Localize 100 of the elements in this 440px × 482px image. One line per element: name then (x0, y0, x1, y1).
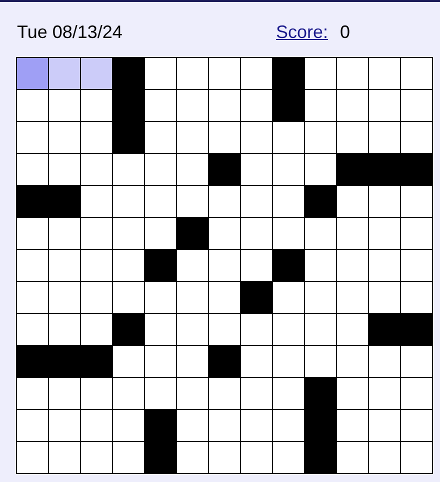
crossword-cell[interactable] (401, 122, 432, 153)
crossword-cell[interactable] (17, 154, 48, 185)
crossword-cell[interactable] (113, 154, 144, 185)
crossword-cell[interactable] (81, 154, 112, 185)
crossword-cell[interactable] (49, 90, 80, 121)
crossword-cell[interactable] (113, 250, 144, 281)
crossword-cell[interactable] (81, 122, 112, 153)
crossword-cell[interactable] (401, 218, 432, 249)
crossword-cell[interactable] (17, 90, 48, 121)
crossword-cell[interactable] (113, 346, 144, 377)
crossword-cell[interactable] (337, 346, 368, 377)
crossword-cell[interactable] (17, 58, 48, 89)
crossword-cell[interactable] (273, 218, 304, 249)
crossword-cell[interactable] (81, 58, 112, 89)
crossword-cell[interactable] (209, 378, 240, 409)
crossword-cell[interactable] (401, 346, 432, 377)
crossword-cell[interactable] (273, 346, 304, 377)
crossword-cell[interactable] (337, 58, 368, 89)
crossword-cell[interactable] (369, 378, 400, 409)
crossword-cell[interactable] (401, 250, 432, 281)
crossword-cell[interactable] (209, 282, 240, 313)
crossword-cell[interactable] (401, 58, 432, 89)
crossword-cell[interactable] (209, 250, 240, 281)
crossword-cell[interactable] (401, 378, 432, 409)
crossword-cell[interactable] (273, 282, 304, 313)
crossword-cell[interactable] (177, 250, 208, 281)
crossword-cell[interactable] (17, 218, 48, 249)
crossword-cell[interactable] (81, 442, 112, 473)
crossword-cell[interactable] (113, 218, 144, 249)
crossword-cell[interactable] (369, 346, 400, 377)
crossword-cell[interactable] (305, 282, 336, 313)
crossword-cell[interactable] (241, 186, 272, 217)
crossword-cell[interactable] (337, 442, 368, 473)
crossword-cell[interactable] (209, 442, 240, 473)
crossword-cell[interactable] (177, 282, 208, 313)
score-link[interactable]: Score: (276, 19, 328, 46)
crossword-cell[interactable] (81, 410, 112, 441)
crossword-cell[interactable] (49, 314, 80, 345)
crossword-cell[interactable] (209, 218, 240, 249)
crossword-cell[interactable] (369, 58, 400, 89)
crossword-cell[interactable] (177, 90, 208, 121)
crossword-cell[interactable] (305, 58, 336, 89)
crossword-cell[interactable] (113, 410, 144, 441)
crossword-cell[interactable] (273, 186, 304, 217)
crossword-cell[interactable] (241, 442, 272, 473)
crossword-cell[interactable] (145, 154, 176, 185)
crossword-cell[interactable] (177, 154, 208, 185)
crossword-cell[interactable] (81, 378, 112, 409)
crossword-cell[interactable] (273, 122, 304, 153)
crossword-cell[interactable] (177, 314, 208, 345)
crossword-cell[interactable] (305, 122, 336, 153)
crossword-cell[interactable] (401, 442, 432, 473)
crossword-cell[interactable] (305, 218, 336, 249)
crossword-cell[interactable] (241, 314, 272, 345)
crossword-cell[interactable] (81, 90, 112, 121)
crossword-cell[interactable] (81, 314, 112, 345)
crossword-cell[interactable] (81, 218, 112, 249)
crossword-cell[interactable] (337, 90, 368, 121)
crossword-cell[interactable] (241, 58, 272, 89)
crossword-cell[interactable] (337, 378, 368, 409)
crossword-cell[interactable] (337, 218, 368, 249)
crossword-cell[interactable] (177, 186, 208, 217)
crossword-cell[interactable] (305, 90, 336, 121)
crossword-cell[interactable] (241, 218, 272, 249)
crossword-cell[interactable] (209, 186, 240, 217)
crossword-cell[interactable] (369, 410, 400, 441)
crossword-cell[interactable] (369, 90, 400, 121)
crossword-cell[interactable] (113, 442, 144, 473)
crossword-cell[interactable] (49, 122, 80, 153)
crossword-cell[interactable] (177, 410, 208, 441)
crossword-cell[interactable] (305, 154, 336, 185)
crossword-cell[interactable] (337, 250, 368, 281)
crossword-cell[interactable] (145, 282, 176, 313)
crossword-cell[interactable] (177, 58, 208, 89)
crossword-cell[interactable] (209, 90, 240, 121)
crossword-cell[interactable] (337, 282, 368, 313)
crossword-cell[interactable] (17, 378, 48, 409)
crossword-cell[interactable] (49, 442, 80, 473)
crossword-cell[interactable] (273, 442, 304, 473)
crossword-cell[interactable] (401, 186, 432, 217)
crossword-cell[interactable] (369, 250, 400, 281)
crossword-cell[interactable] (17, 282, 48, 313)
crossword-cell[interactable] (369, 282, 400, 313)
crossword-cell[interactable] (49, 250, 80, 281)
crossword-cell[interactable] (241, 154, 272, 185)
crossword-cell[interactable] (369, 122, 400, 153)
crossword-cell[interactable] (177, 346, 208, 377)
crossword-cell[interactable] (113, 282, 144, 313)
crossword-cell[interactable] (241, 122, 272, 153)
crossword-cell[interactable] (369, 218, 400, 249)
crossword-cell[interactable] (241, 250, 272, 281)
crossword-cell[interactable] (241, 410, 272, 441)
crossword-cell[interactable] (305, 346, 336, 377)
crossword-cell[interactable] (49, 218, 80, 249)
crossword-cell[interactable] (49, 410, 80, 441)
crossword-cell[interactable] (273, 314, 304, 345)
crossword-cell[interactable] (305, 314, 336, 345)
crossword-cell[interactable] (337, 314, 368, 345)
crossword-cell[interactable] (209, 122, 240, 153)
crossword-cell[interactable] (273, 154, 304, 185)
